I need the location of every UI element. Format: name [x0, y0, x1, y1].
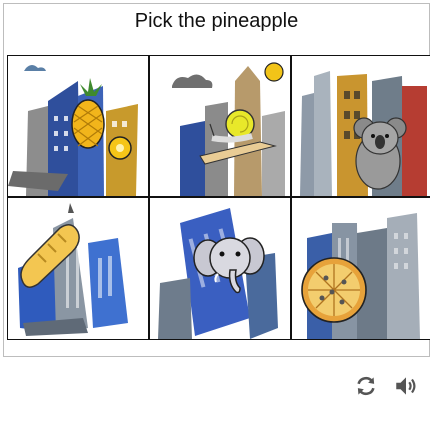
speaker-icon — [396, 377, 416, 395]
captcha-tile-2[interactable] — [150, 56, 290, 196]
koala-icon — [300, 71, 427, 196]
captcha-tile-6[interactable] — [292, 198, 431, 339]
captcha-tile-1[interactable] — [8, 56, 148, 196]
captcha-tile-5[interactable] — [150, 198, 290, 339]
refresh-button[interactable] — [353, 373, 379, 399]
pizza-icon — [301, 213, 420, 339]
captcha-grid — [7, 55, 431, 340]
captcha-frame: Pick the pineapple — [3, 3, 431, 357]
snail-icon — [172, 62, 285, 196]
elephant-icon — [158, 208, 278, 339]
bread-icon — [18, 203, 128, 336]
refresh-icon — [357, 376, 375, 396]
captcha-tile-4[interactable] — [8, 198, 148, 339]
audio-button[interactable] — [393, 373, 419, 399]
captcha-controls — [353, 373, 419, 399]
pineapple-icon — [8, 65, 138, 196]
captcha-tile-3[interactable] — [292, 56, 431, 196]
captcha-prompt: Pick the pineapple — [134, 10, 299, 32]
